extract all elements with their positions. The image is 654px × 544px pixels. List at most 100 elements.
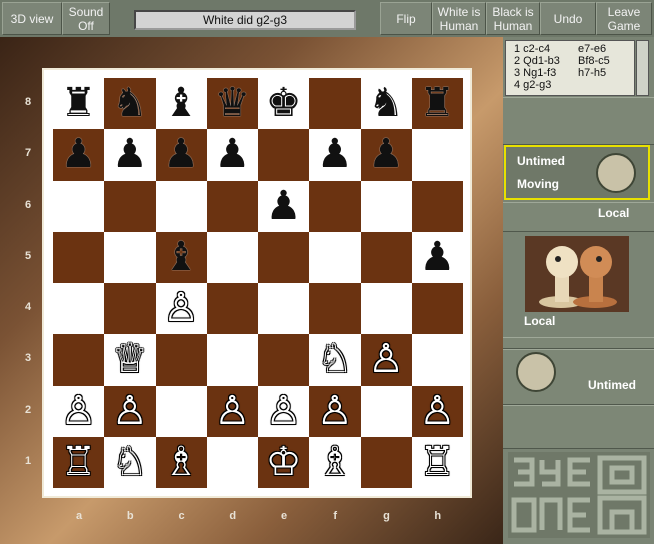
black-pawn-icon[interactable]: ♟ (309, 129, 360, 180)
black-pawn-icon[interactable]: ♟ (207, 129, 258, 180)
rank-label: 4 (24, 301, 32, 313)
square-h3[interactable] (411, 334, 463, 386)
players-figure-svg (525, 236, 629, 312)
white-move: 2 Qd1-b3 (514, 55, 560, 67)
move-list[interactable]: 1 c2-c4 e7-e6 2 Qd1-b3 Bf8-c5 3 Ng1-f3 h7-h5 4… (505, 40, 635, 96)
square-c2[interactable] (155, 385, 207, 437)
black-pawn-icon[interactable]: ♟ (156, 129, 207, 180)
move-list-scrollbar[interactable] (636, 40, 649, 96)
black-state-text: Moving (517, 177, 559, 191)
square-b4[interactable] (104, 283, 156, 335)
black-pawn-icon[interactable]: ♟ (53, 129, 104, 180)
move-row: 3 Ng1-f3 h7-h5 (514, 67, 634, 79)
black-clock-dial-icon (596, 153, 636, 193)
white-pawn-icon[interactable]: ♙ (53, 386, 104, 437)
white-pawn-icon[interactable]: ♙ (361, 334, 412, 385)
black-pawn-icon[interactable]: ♟ (361, 129, 412, 180)
square-g2[interactable] (360, 385, 412, 437)
rank-label: 5 (24, 249, 32, 262)
black-knight-icon[interactable]: ♞ (361, 78, 412, 129)
square-c6[interactable] (155, 180, 207, 232)
square-h6[interactable] (411, 180, 463, 232)
black-clock-text: Untimed (517, 154, 565, 168)
square-h7[interactable] (411, 129, 463, 181)
square-e5[interactable] (258, 231, 310, 283)
white-human-label: White is Human (437, 4, 481, 33)
flip-label: Flip (396, 11, 416, 26)
square-g1[interactable] (360, 436, 412, 488)
white-pawn-icon[interactable]: ♙ (412, 386, 463, 437)
3d-view-button[interactable]: 3D view (2, 2, 62, 35)
square-f5[interactable] (309, 231, 361, 283)
leave-game-button[interactable]: Leave Game (596, 2, 652, 35)
rank-label: 1 (24, 454, 32, 467)
undo-button[interactable]: Undo (540, 2, 596, 35)
status-field: White did g2-g3 (134, 10, 356, 30)
white-is-human-button[interactable]: White is Human (432, 2, 486, 35)
rank-label: 6 (24, 198, 32, 211)
white-king-icon[interactable]: ♔ (258, 437, 309, 488)
sound-off-button[interactable]: Sound Off (62, 2, 110, 35)
square-e4[interactable] (258, 283, 310, 335)
square-f8[interactable] (309, 78, 361, 130)
white-pawn-icon[interactable]: ♙ (258, 386, 309, 437)
square-a3[interactable] (53, 334, 105, 386)
square-f4[interactable] (309, 283, 361, 335)
square-g6[interactable] (360, 180, 412, 232)
black-pawn-icon[interactable]: ♟ (412, 232, 463, 283)
white-pawn-icon[interactable]: ♙ (309, 386, 360, 437)
white-bishop-icon[interactable]: ♗ (309, 437, 360, 488)
square-c3[interactable] (155, 334, 207, 386)
flip-button[interactable]: Flip (380, 2, 432, 35)
white-rook-icon[interactable]: ♖ (53, 437, 104, 488)
black-bishop-icon[interactable]: ♝ (156, 232, 207, 283)
white-move: 3 Ng1-f3 (514, 67, 557, 79)
file-label: d (229, 510, 237, 522)
white-pawn-icon[interactable]: ♙ (207, 386, 258, 437)
square-b6[interactable] (104, 180, 156, 232)
file-label: b (126, 510, 134, 522)
black-bishop-icon[interactable]: ♝ (156, 78, 207, 129)
square-d1[interactable] (206, 436, 258, 488)
white-queen-icon[interactable]: ♕ (104, 334, 155, 385)
square-b5[interactable] (104, 231, 156, 283)
rank-label: 2 (24, 403, 32, 416)
square-g5[interactable] (360, 231, 412, 283)
black-knight-icon[interactable]: ♞ (104, 78, 155, 129)
move-row: 2 Qd1-b3 Bf8-c5 (514, 55, 634, 67)
square-f6[interactable] (309, 180, 361, 232)
square-d5[interactable] (206, 231, 258, 283)
square-d4[interactable] (206, 283, 258, 335)
white-player-type: Local (524, 314, 556, 328)
square-a4[interactable] (53, 283, 105, 335)
chess-board[interactable]: ♜ ♞ ♝ ♛ ♚ ♞ ♜ ♟ ♟ ♟ ♟ ♟ ♟ ♟ ♝ ♟ ♙ ♕ ♘ ♙ ♙ ♙ ♙ ♙ ♙ ♙ ♖ ♘ ♗ ♔ ♗ ♖ (53, 78, 463, 488)
white-bishop-icon[interactable]: ♗ (156, 437, 207, 488)
square-d6[interactable] (206, 180, 258, 232)
black-pawn-icon[interactable]: ♟ (104, 129, 155, 180)
white-rook-icon[interactable]: ♖ (412, 437, 463, 488)
file-label: c (178, 510, 185, 522)
square-h4[interactable] (411, 283, 463, 335)
square-g4[interactable] (360, 283, 412, 335)
white-knight-icon[interactable]: ♘ (309, 334, 360, 385)
square-a5[interactable] (53, 231, 105, 283)
white-knight-icon[interactable]: ♘ (104, 437, 155, 488)
sound-label: Sound Off (68, 4, 104, 33)
black-king-icon[interactable]: ♚ (258, 78, 309, 129)
white-pawn-icon[interactable]: ♙ (104, 386, 155, 437)
black-is-human-button[interactable]: Black is Human (486, 2, 540, 35)
white-pawn-icon[interactable]: ♙ (156, 283, 207, 334)
black-queen-icon[interactable]: ♛ (207, 78, 258, 129)
black-rook-icon[interactable]: ♜ (53, 78, 104, 129)
white-move: 1 c2-c4 (514, 43, 551, 55)
move-row: 1 c2-c4 e7-e6 (514, 43, 634, 55)
black-move: h7-h5 (578, 67, 607, 79)
file-label: a (75, 510, 83, 522)
black-pawn-icon[interactable]: ♟ (258, 181, 309, 232)
square-e7[interactable] (258, 129, 310, 181)
square-e3[interactable] (258, 334, 310, 386)
square-d3[interactable] (206, 334, 258, 386)
file-label: g (383, 510, 390, 522)
square-a6[interactable] (53, 180, 105, 232)
black-rook-icon[interactable]: ♜ (412, 78, 463, 129)
